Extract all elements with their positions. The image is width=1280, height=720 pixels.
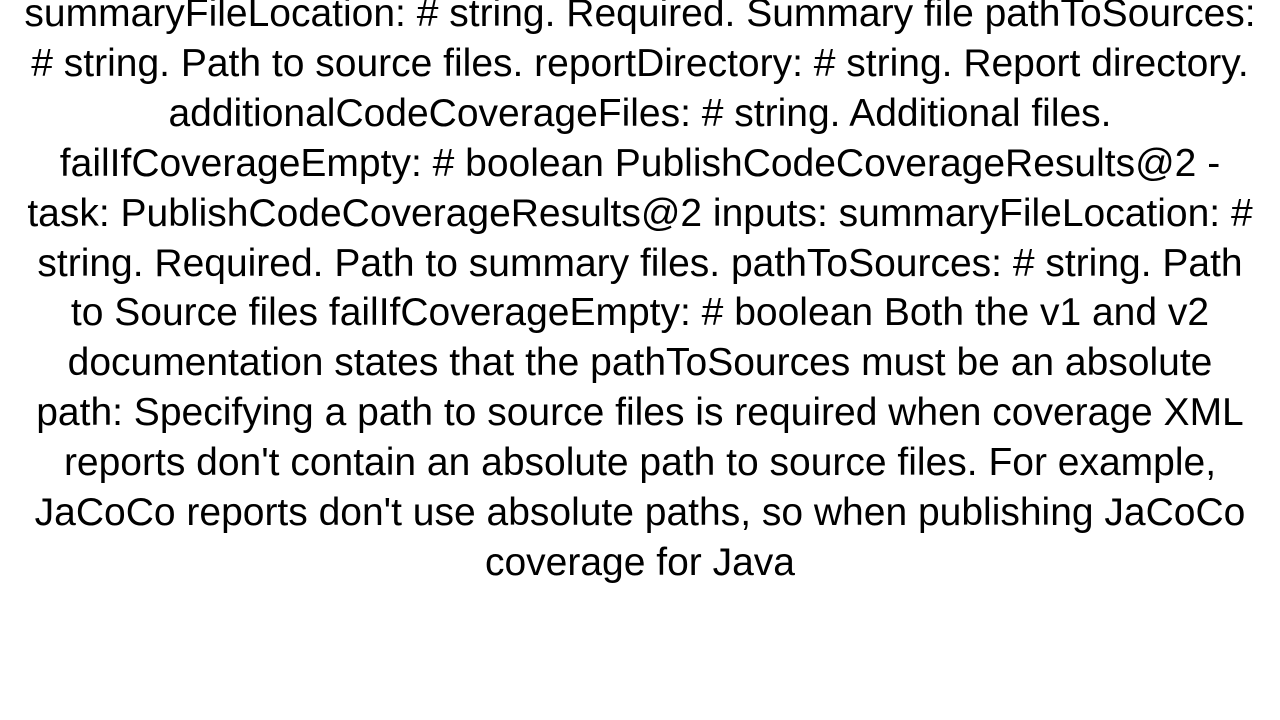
document-content: summaryFileLocation: # string. Required.… <box>0 0 1280 720</box>
text-body: summaryFileLocation: # string. Required.… <box>20 0 1260 588</box>
